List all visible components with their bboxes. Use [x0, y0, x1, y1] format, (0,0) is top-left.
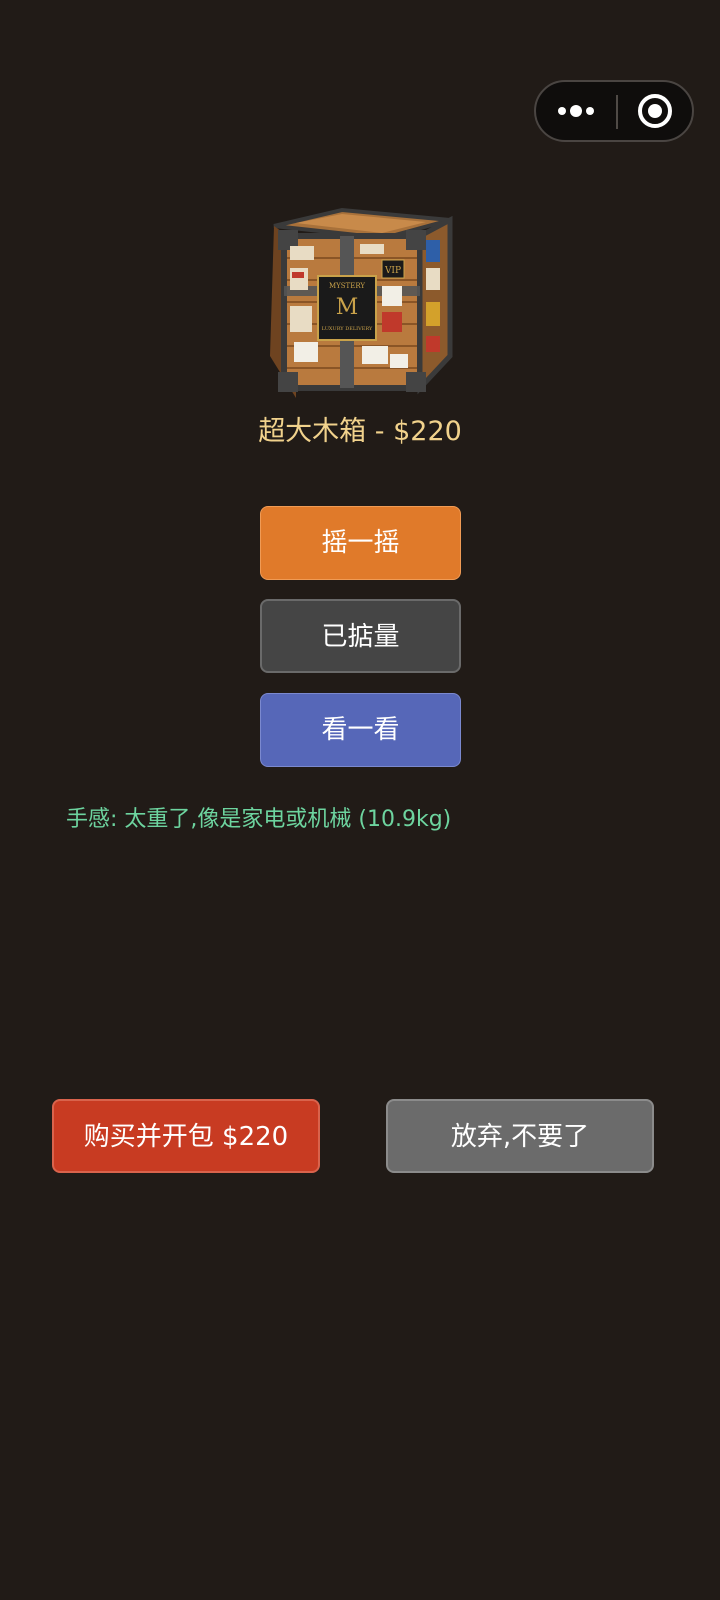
crate-vip: VIP — [384, 266, 401, 276]
item-title: 超大木箱 - $220 — [258, 416, 462, 447]
crate-monogram: M — [336, 295, 359, 320]
wooden-crate-icon: MYSTERY M LUXURY DELIVERY VIP — [266, 206, 456, 398]
crate-brand-bottom: LUXURY DELIVERY — [322, 326, 373, 332]
shake-button[interactable]: 摇一摇 — [260, 506, 461, 580]
close-button[interactable] — [618, 82, 694, 140]
feel-feedback-text: 手感: 太重了,像是家电或机械 (10.9kg) — [66, 807, 452, 832]
target-circle-icon — [638, 94, 672, 128]
crate-brand-top: MYSTERY — [329, 282, 365, 290]
look-button[interactable]: 看一看 — [260, 693, 461, 767]
give-up-button[interactable]: 放弃,不要了 — [386, 1099, 654, 1173]
buy-and-open-button[interactable]: 购买并开包 $220 — [52, 1099, 320, 1173]
weighed-button[interactable]: 已掂量 — [260, 599, 461, 673]
mini-program-capsule — [534, 80, 694, 142]
more-button[interactable] — [536, 82, 616, 140]
